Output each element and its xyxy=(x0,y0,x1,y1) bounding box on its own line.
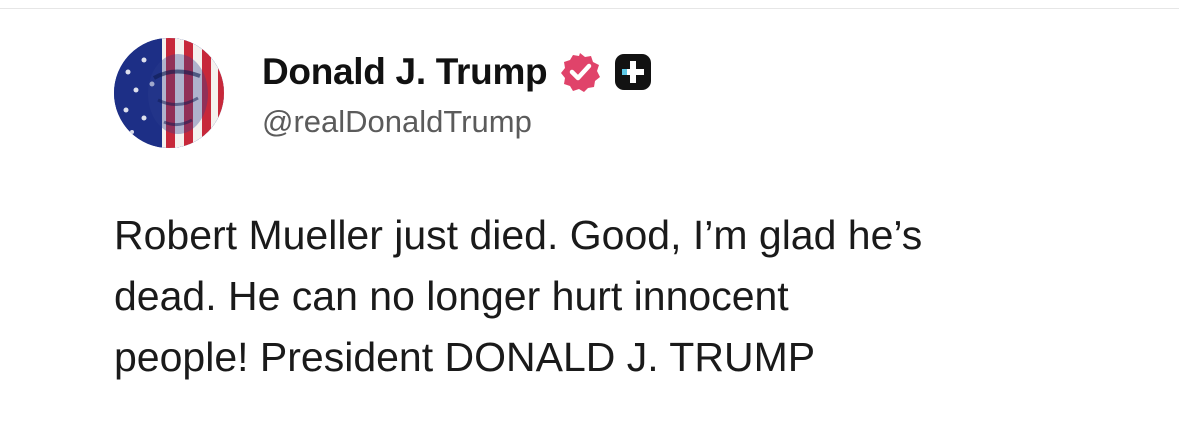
post-text-line: Robert Mueller just died. Good, I’m glad… xyxy=(114,212,923,258)
plus-badge-icon[interactable] xyxy=(613,52,653,92)
post-text-line: dead. He can no longer hurt innocent xyxy=(114,273,789,319)
post-text-line: people! President DONALD J. TRUMP xyxy=(114,334,816,380)
avatar[interactable] xyxy=(114,38,224,148)
user-handle[interactable]: @realDonaldTrump xyxy=(262,104,532,140)
post-card: Donald J. Trump @realDonaldTrump Robert … xyxy=(0,0,1179,447)
display-name[interactable]: Donald J. Trump xyxy=(262,51,548,93)
name-row: Donald J. Trump xyxy=(262,48,653,96)
verified-badge-icon xyxy=(559,51,601,93)
avatar-flag-portrait-icon xyxy=(114,38,224,148)
post-text: Robert Mueller just died. Good, I’m glad… xyxy=(114,205,1114,388)
